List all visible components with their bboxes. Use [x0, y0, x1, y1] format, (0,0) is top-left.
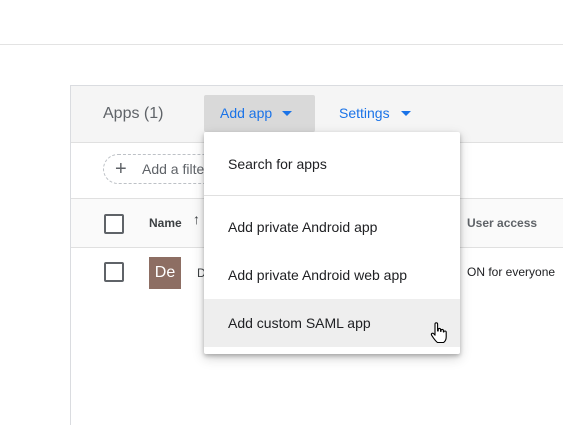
- row-checkbox[interactable]: [104, 262, 124, 282]
- add-app-label: Add app: [220, 105, 273, 121]
- menu-item-add-custom-saml-app[interactable]: Add custom SAML app: [204, 299, 460, 347]
- menu-item-add-private-android-app[interactable]: Add private Android app: [204, 203, 460, 251]
- menu-item-search-for-apps[interactable]: Search for apps: [204, 140, 460, 188]
- add-filter-label: Add a filter: [142, 161, 209, 177]
- column-header-user-access[interactable]: User access: [467, 216, 537, 230]
- menu-divider: [204, 195, 460, 196]
- settings-button[interactable]: Settings: [329, 95, 419, 132]
- hand-pointer-icon: [430, 322, 447, 344]
- apps-title: Apps (1): [103, 105, 164, 122]
- dropdown-caret-icon: [282, 111, 292, 116]
- menu-item-add-private-android-web-app[interactable]: Add private Android web app: [204, 251, 460, 299]
- add-app-button[interactable]: Add app: [204, 95, 315, 132]
- column-header-name[interactable]: Name: [149, 216, 182, 230]
- settings-label: Settings: [339, 105, 390, 121]
- user-access-status: ON for everyone: [467, 265, 556, 279]
- top-bar: [0, 0, 563, 45]
- select-all-checkbox[interactable]: [104, 214, 124, 234]
- sort-ascending-icon[interactable]: ↑: [193, 211, 200, 227]
- app-avatar: De: [149, 257, 181, 289]
- add-app-dropdown-menu: Search for apps Add private Android app …: [204, 132, 460, 354]
- dropdown-caret-icon: [401, 111, 411, 116]
- plus-icon: +: [115, 158, 127, 180]
